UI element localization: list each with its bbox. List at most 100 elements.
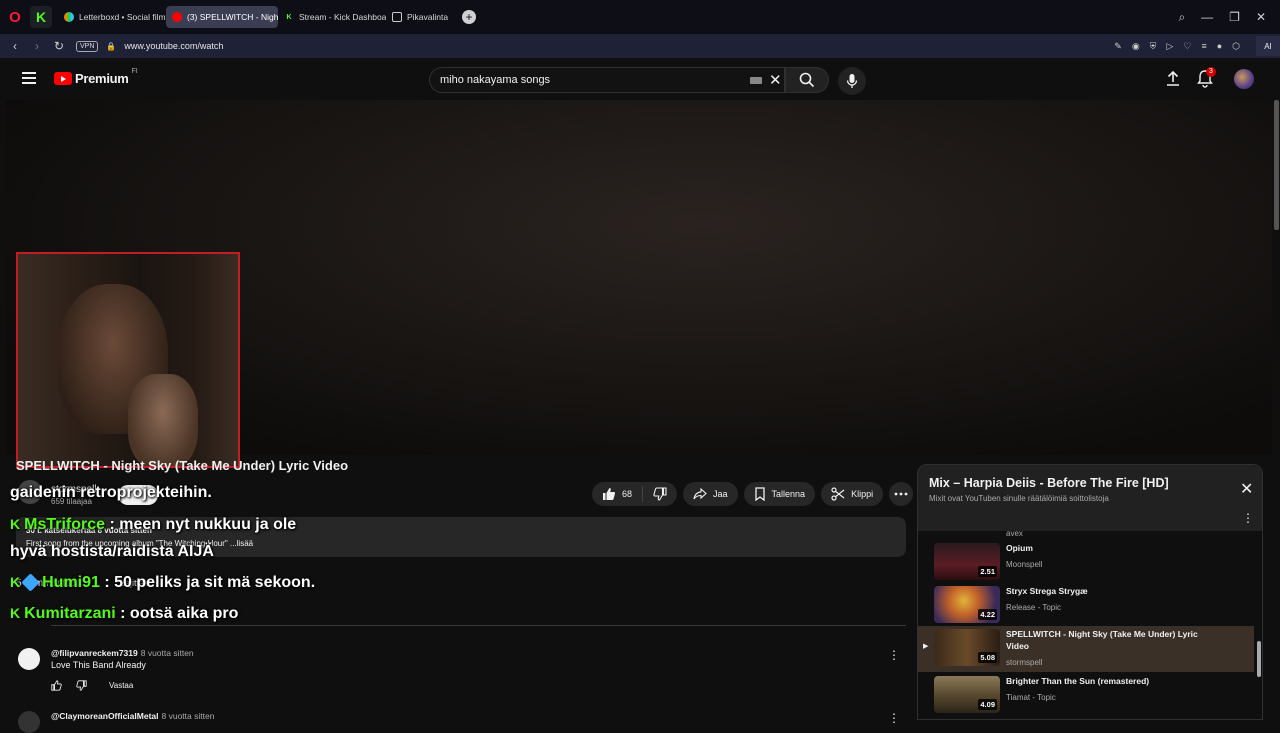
streamer-hand xyxy=(128,374,198,466)
restore-icon[interactable]: ❐ xyxy=(1229,10,1240,24)
share-button[interactable]: Jaa xyxy=(683,482,738,506)
opera-logo-icon[interactable]: O xyxy=(0,0,30,34)
notification-count-badge: 3 xyxy=(1206,67,1216,77)
clip-button[interactable]: Klippi xyxy=(821,482,884,506)
commenter-avatar[interactable] xyxy=(18,711,40,733)
comment-item: @ClaymoreanOfficialMetal 8 vuotta sitten … xyxy=(18,711,908,733)
playlist-item[interactable]: 4.09 Brighter Than the Sun (remastered) … xyxy=(918,673,1254,717)
channel-avatar[interactable] xyxy=(18,480,42,504)
comments-count: 5 kommenttia xyxy=(16,578,77,589)
account-avatar[interactable] xyxy=(1234,69,1254,89)
like-dislike-group: 68 xyxy=(592,482,678,506)
new-tab-button[interactable]: + xyxy=(462,10,476,24)
channel-name[interactable]: stormspell xyxy=(51,484,97,495)
profile-icon[interactable]: ● xyxy=(1217,41,1222,51)
search-icon xyxy=(799,72,815,88)
menu-icon[interactable]: ≡ xyxy=(1201,41,1206,51)
playlist-item-channel: Moonspell xyxy=(1006,560,1043,569)
playlist-items: avex 2.51 Opium Moonspell 4.22 Stryx Str… xyxy=(918,529,1262,719)
url-field[interactable]: www.youtube.com/watch xyxy=(124,41,223,51)
microphone-icon xyxy=(846,74,858,88)
tab-letterboxd[interactable]: Letterboxd • Social film di xyxy=(58,6,166,28)
sort-comments-button[interactable]: Lajittele xyxy=(120,578,151,588)
grid-icon xyxy=(392,12,402,22)
address-bar-tools: ✎ ◉ ⛨ ▷ ♡ ≡ ● ⬡ xyxy=(1114,34,1240,58)
playlist-item-title: Stryx Strega Strygæ xyxy=(1006,586,1088,596)
heart-icon[interactable]: ♡ xyxy=(1183,41,1191,52)
search-button[interactable] xyxy=(785,67,829,93)
youtube-icon xyxy=(172,12,182,22)
add-comment-input[interactable] xyxy=(51,625,906,626)
search-input[interactable]: miho nakayama songs ✕ xyxy=(429,67,785,93)
tab-youtube[interactable]: (3) SPELLWITCH - Night S xyxy=(166,6,278,28)
playlist-subtitle: Mixit ovat YouTuben sinulle räätälöimiä … xyxy=(929,494,1109,503)
clear-search-icon[interactable]: ✕ xyxy=(769,71,782,89)
playlist-item-title: Brighter Than the Sun (remastered) xyxy=(1006,676,1150,686)
tab-label: Letterboxd • Social film di xyxy=(79,12,166,22)
playlist-more-icon[interactable]: ⋮ xyxy=(1242,511,1254,525)
ai-button[interactable]: AI xyxy=(1256,36,1280,56)
forward-icon[interactable]: › xyxy=(26,39,48,53)
playlist-scrollbar[interactable] xyxy=(1257,641,1261,677)
voice-search-button[interactable] xyxy=(838,67,866,95)
comment-more-icon[interactable]: ⋮ xyxy=(888,711,900,725)
camera-icon[interactable]: ◉ xyxy=(1132,41,1140,52)
kick-sidebar-icon[interactable]: K xyxy=(30,6,52,28)
video-thumbnail: 4.09 xyxy=(934,676,1000,713)
lock-icon[interactable]: 🔒 xyxy=(106,42,116,51)
comment-like-icon[interactable] xyxy=(51,680,62,691)
chat-line: K Kumitarzani : ootsä aika pro xyxy=(10,605,238,623)
playlist-item[interactable]: 4.22 Stryx Strega Strygæ Release - Topic xyxy=(918,583,1254,627)
description-box[interactable]: 30 t. katselukertaa 8 vuotta sitten Firs… xyxy=(16,517,906,557)
letterboxd-icon xyxy=(64,12,74,22)
hamburger-menu-icon[interactable] xyxy=(22,72,36,84)
ai-label: AI xyxy=(1264,41,1272,51)
tab-kick[interactable]: K Stream - Kick Dashboard xyxy=(278,6,386,28)
adblock-icon[interactable]: ⛨ xyxy=(1150,41,1157,52)
play-icon[interactable]: ▷ xyxy=(1166,41,1173,52)
video-actions: 68 Jaa Tallenna Klippi xyxy=(592,482,914,506)
tab-pikavalinta[interactable]: Pikavalinta xyxy=(386,6,456,28)
comment-actions: Vastaa xyxy=(51,680,133,691)
logo-text: Premium xyxy=(75,71,129,86)
reload-icon[interactable]: ↻ xyxy=(48,39,70,53)
window-controls: ⌕ — ❐ ✕ xyxy=(1178,0,1280,34)
edit-icon[interactable]: ✎ xyxy=(1114,41,1122,52)
back-icon[interactable]: ‹ xyxy=(4,39,26,53)
subscribe-button[interactable] xyxy=(118,485,158,505)
share-label: Jaa xyxy=(713,489,728,499)
video-duration: 2.51 xyxy=(978,566,997,577)
share-icon xyxy=(693,488,707,500)
search-tabs-icon[interactable]: ⌕ xyxy=(1178,10,1185,25)
comment-text: Love This Band Already xyxy=(51,660,146,670)
close-playlist-icon[interactable]: ✕ xyxy=(1240,479,1253,499)
youtube-logo[interactable]: Premium FI xyxy=(54,68,138,86)
commenter-avatar[interactable] xyxy=(18,648,40,670)
comment-more-icon[interactable]: ⋮ xyxy=(888,648,900,662)
playlist-item[interactable]: 2.51 Opium Moonspell xyxy=(918,540,1254,584)
page-scrollbar[interactable] xyxy=(1274,100,1279,230)
more-actions-button[interactable] xyxy=(889,482,914,506)
vpn-badge[interactable]: VPN xyxy=(76,40,99,52)
comment-dislike-icon[interactable] xyxy=(76,680,87,691)
keyboard-icon[interactable] xyxy=(750,77,762,84)
playlist-title[interactable]: Mix – Harpia Deiis - Before The Fire [HD… xyxy=(929,476,1169,490)
upload-icon[interactable] xyxy=(1164,70,1182,88)
now-playing-icon: ▶ xyxy=(923,643,929,650)
playlist-item-channel: Tiamat - Topic xyxy=(1006,693,1056,702)
playlist-item-current[interactable]: ▶ 5.08 SPELLWITCH - Night Sky (Take Me U… xyxy=(918,626,1254,672)
video-duration: 4.22 xyxy=(978,609,997,620)
comment-author[interactable]: @filipvanreckem7319 xyxy=(51,648,138,658)
kick-badge-icon: K xyxy=(10,605,21,621)
video-duration: 5.08 xyxy=(978,652,997,663)
reply-button[interactable]: Vastaa xyxy=(109,681,133,690)
extension-icon[interactable]: ⬡ xyxy=(1232,41,1240,52)
webcam-overlay xyxy=(16,252,240,468)
address-bar: ‹ › ↻ VPN 🔒 www.youtube.com/watch ✎ ◉ ⛨ … xyxy=(0,34,1280,58)
close-window-icon[interactable]: ✕ xyxy=(1256,10,1266,24)
save-button[interactable]: Tallenna xyxy=(743,482,816,506)
minimize-icon[interactable]: — xyxy=(1201,10,1213,24)
dislike-button[interactable] xyxy=(643,482,677,506)
save-label: Tallenna xyxy=(771,489,806,499)
like-button[interactable]: 68 xyxy=(592,482,642,506)
